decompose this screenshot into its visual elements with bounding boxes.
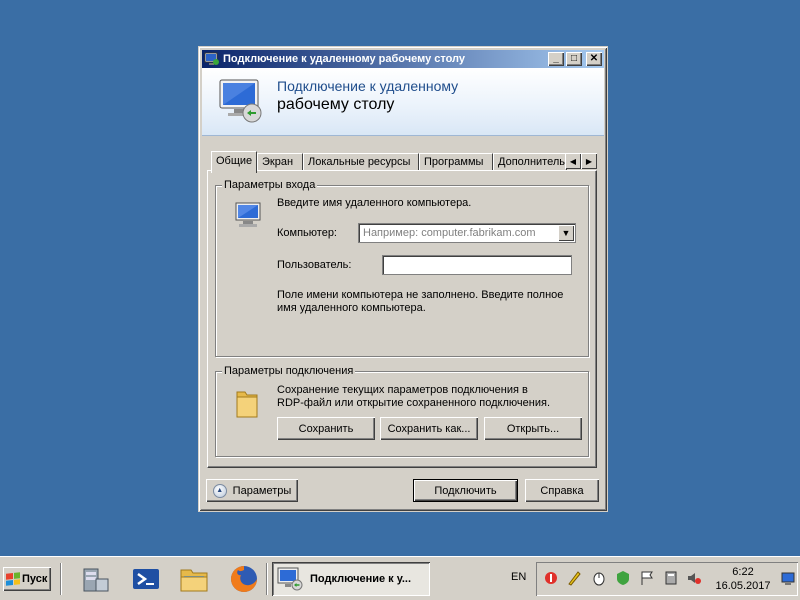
options-button[interactable]: ▲ Параметры bbox=[206, 479, 298, 502]
computer-placeholder: Например: computer.fabrikam.com bbox=[363, 227, 536, 239]
mouse-icon[interactable] bbox=[591, 570, 607, 586]
header-banner: Подключение к удаленному рабочему столу bbox=[202, 68, 604, 136]
save-as-button[interactable]: Сохранить как... bbox=[380, 417, 478, 440]
firefox-icon[interactable] bbox=[228, 563, 260, 595]
save-button[interactable]: Сохранить bbox=[277, 417, 375, 440]
clock-date: 16.05.2017 bbox=[715, 580, 771, 592]
user-field[interactable] bbox=[382, 255, 572, 275]
tab-display[interactable]: Экран bbox=[257, 153, 303, 171]
tab-panel-general: Параметры входа Введите имя удаленного к… bbox=[207, 170, 597, 468]
remote-desktop-icon bbox=[219, 79, 262, 123]
explorer-icon[interactable] bbox=[178, 563, 210, 595]
tab-programs[interactable]: Программы bbox=[419, 153, 493, 171]
chevron-down-icon[interactable]: ▼ bbox=[558, 225, 574, 241]
computer-label: Компьютер: bbox=[277, 227, 337, 239]
tab-scroll-right-button[interactable]: ▶ bbox=[581, 153, 597, 169]
pen-icon[interactable] bbox=[566, 570, 582, 586]
banner-title-line1: Подключение к удаленному bbox=[277, 78, 459, 94]
clock-time: 6:22 bbox=[732, 566, 754, 578]
title-bar[interactable]: Подключение к удаленному рабочему столу … bbox=[202, 50, 604, 68]
options-label: Параметры bbox=[232, 484, 292, 497]
language-indicator[interactable]: EN bbox=[511, 571, 526, 583]
volume-muted-icon[interactable] bbox=[686, 570, 702, 586]
connection-desc-line2: RDP-файл или открытие сохраненного подкл… bbox=[277, 397, 550, 409]
powershell-icon[interactable] bbox=[130, 563, 162, 595]
maximize-button[interactable]: □ bbox=[566, 52, 582, 66]
connect-button[interactable]: Подключить bbox=[413, 479, 518, 502]
window-title: Подключение к удаленному рабочему столу bbox=[223, 53, 466, 65]
folder-icon bbox=[236, 391, 258, 418]
login-settings-group: Параметры входа Введите имя удаленного к… bbox=[215, 179, 589, 357]
close-button[interactable]: ✕ bbox=[586, 52, 602, 66]
computer-instruction: Введите имя удаленного компьютера. bbox=[277, 197, 472, 209]
tab-general[interactable]: Общие bbox=[211, 151, 257, 173]
tab-scroll-left-button[interactable]: ◀ bbox=[565, 153, 581, 169]
windows-logo-icon bbox=[6, 572, 20, 586]
banner-title-line2: рабочему столу bbox=[277, 96, 395, 113]
taskbar: Пуск Подключение к у... EN 6:22 16.05.20… bbox=[0, 556, 800, 600]
computer-icon bbox=[235, 202, 261, 227]
security-shield-icon[interactable] bbox=[615, 570, 631, 586]
tab-advanced[interactable]: Дополнительно bbox=[493, 153, 567, 171]
minimize-button[interactable]: _ bbox=[548, 52, 564, 66]
taskbar-rdp-label: Подключение к у... bbox=[310, 573, 412, 585]
connection-desc-line1: Сохранение текущих параметров подключени… bbox=[277, 384, 528, 396]
server-icon[interactable] bbox=[663, 570, 679, 586]
show-desktop-icon[interactable] bbox=[780, 570, 796, 586]
tab-local-resources[interactable]: Локальные ресурсы bbox=[303, 153, 419, 171]
start-label: Пуск bbox=[22, 573, 48, 585]
login-group-title: Параметры входа bbox=[222, 179, 318, 191]
flag-icon[interactable] bbox=[639, 570, 655, 586]
connection-settings-group: Параметры подключения Сохранение текущих… bbox=[215, 365, 589, 457]
warning-text-line1: Поле имени компьютера не заполнено. Введ… bbox=[277, 289, 564, 301]
expand-options-icon: ▲ bbox=[212, 483, 227, 498]
rdp-window: Подключение к удаленному рабочему столу … bbox=[198, 46, 608, 512]
rdp-task-icon bbox=[277, 567, 303, 591]
user-label: Пользователь: bbox=[277, 259, 352, 271]
start-button[interactable]: Пуск bbox=[3, 567, 51, 591]
taskbar-separator bbox=[60, 563, 62, 595]
network-status-icon[interactable] bbox=[543, 570, 559, 586]
clock[interactable]: 6:22 16.05.2017 bbox=[710, 565, 776, 593]
open-button[interactable]: Открыть... bbox=[484, 417, 582, 440]
taskbar-separator bbox=[266, 563, 268, 595]
help-button[interactable]: Справка bbox=[525, 479, 599, 502]
rdp-app-icon bbox=[204, 52, 220, 66]
connection-group-title: Параметры подключения bbox=[222, 365, 356, 377]
server-manager-icon[interactable] bbox=[80, 563, 112, 595]
tab-strip: Общие Экран Локальные ресурсы Программы … bbox=[207, 151, 597, 173]
warning-text-line2: имя удаленного компьютера. bbox=[277, 302, 426, 314]
taskbar-rdp-button[interactable]: Подключение к у... bbox=[272, 562, 430, 596]
computer-combobox[interactable]: Например: computer.fabrikam.com ▼ bbox=[358, 223, 576, 243]
